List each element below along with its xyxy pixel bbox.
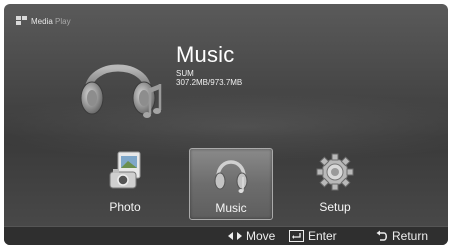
return-label: Return (392, 229, 429, 243)
brand-label: Media (31, 16, 53, 26)
enter-label: Enter (308, 229, 337, 243)
music-headphones-icon (74, 40, 166, 126)
move-label: Move (246, 229, 276, 243)
media-menu: Photo Music Setup (4, 140, 448, 226)
photo-icon (104, 150, 146, 194)
menu-item-setup[interactable]: Setup (294, 148, 376, 218)
enter-hint: Enter (289, 229, 337, 243)
menu-label-music: Music (215, 201, 247, 215)
menu-item-music[interactable]: Music (189, 148, 273, 220)
menu-label-photo: Photo (109, 200, 141, 214)
return-icon (376, 230, 387, 241)
gear-icon (314, 150, 356, 194)
storage-usage: 307.2MB/973.7MB (176, 78, 243, 87)
brand-sublabel: Play (55, 16, 71, 26)
menu-item-photo[interactable]: Photo (84, 148, 166, 218)
media-play-screen: Media Play Music SUM 307.2MB/973.7MB Pho… (4, 4, 448, 245)
footer-bar: Move Enter Return (4, 226, 448, 245)
move-hint: Move (228, 229, 275, 243)
device-name: SUM (176, 69, 194, 78)
menu-label-setup: Setup (319, 200, 351, 214)
headphones-icon (210, 151, 252, 195)
left-right-arrows-icon (228, 232, 242, 240)
page-title: Music (176, 42, 235, 67)
enter-icon (289, 230, 304, 242)
return-hint: Return (376, 229, 428, 243)
media-play-brand: Media Play (16, 16, 71, 26)
media-play-logo-icon (16, 16, 28, 26)
